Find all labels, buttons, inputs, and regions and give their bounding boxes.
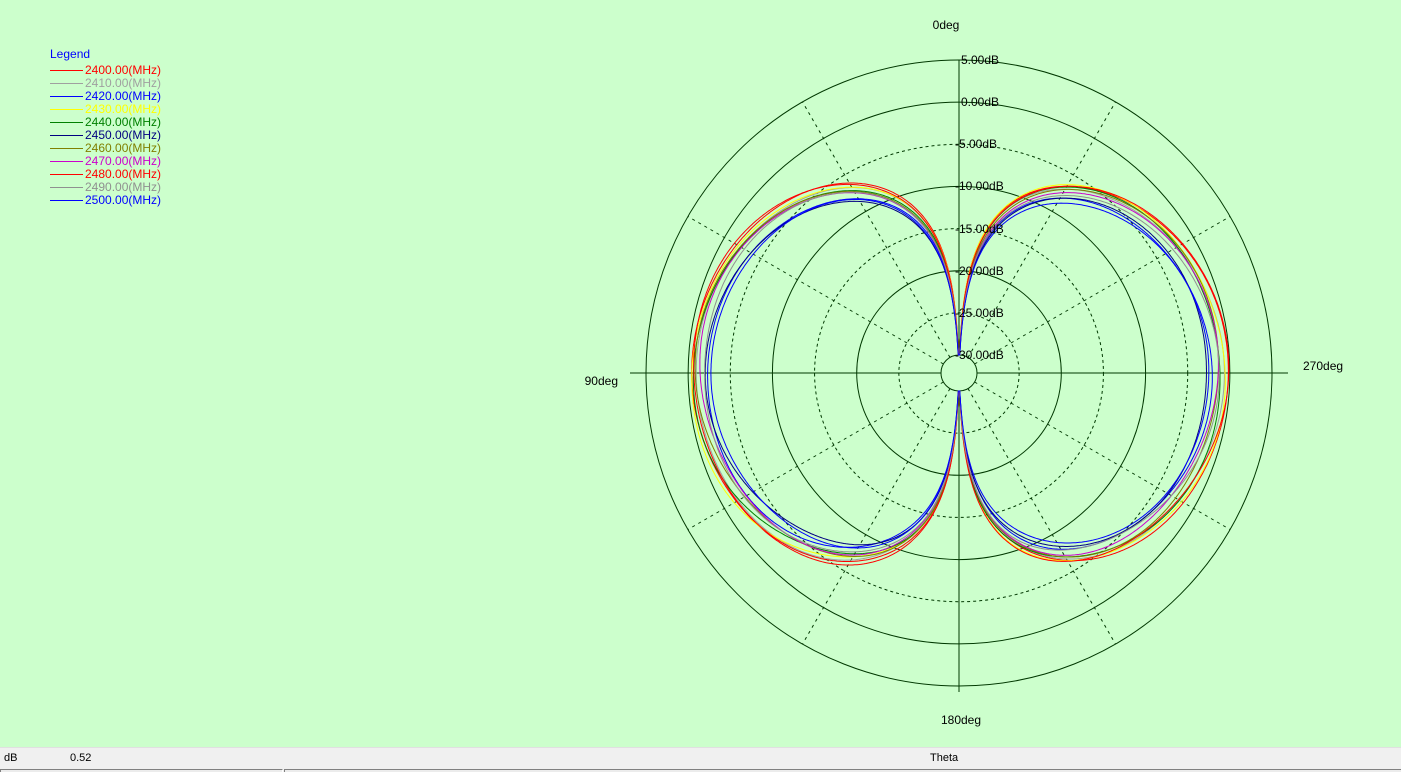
radial-tick-0dB: 0.00dB	[961, 95, 999, 109]
grid-spoke-300deg	[975, 217, 1230, 365]
angle-label-90deg: 90deg	[558, 374, 618, 388]
legend-swatch	[50, 83, 83, 84]
legend-swatch	[50, 148, 83, 149]
angle-label-180deg: 180deg	[929, 713, 993, 727]
radial-tick--5dB: -5.00dB	[955, 137, 997, 151]
legend-swatch	[50, 161, 83, 162]
legend-title: Legend	[50, 48, 161, 61]
status-bar: dB 0.52 Theta	[0, 747, 1401, 772]
legend-swatch	[50, 187, 83, 188]
pattern-curve-2420.00(MHz)	[708, 198, 1213, 549]
legend-swatch	[50, 122, 83, 123]
angle-label-270deg: 270deg	[1303, 359, 1363, 373]
legend-item-label: 2500.00(MHz)	[85, 194, 161, 207]
grid-spoke-240deg	[975, 382, 1230, 530]
radial-tick--15dB: -15.00dB	[955, 222, 1004, 236]
legend: Legend 2400.00(MHz)2410.00(MHz)2420.00(M…	[50, 48, 161, 207]
status-cursor-value: 0.52	[70, 752, 91, 764]
legend-item: 2500.00(MHz)	[50, 194, 161, 207]
pattern-curve-2490.00(MHz)	[705, 192, 1220, 552]
legend-swatch	[50, 174, 83, 175]
pattern-curve-2450.00(MHz)	[705, 198, 1206, 546]
radial-tick--25dB: -25.00dB	[955, 306, 1004, 320]
status-axis-label: Theta	[930, 752, 958, 764]
legend-items: 2400.00(MHz)2410.00(MHz)2420.00(MHz)2430…	[50, 64, 161, 207]
radial-tick--30dB: -30.00dB	[955, 348, 1004, 362]
legend-swatch	[50, 200, 83, 201]
status-unit-label: dB	[4, 752, 17, 764]
radial-tick-5dB: 5.00dB	[961, 53, 999, 67]
radial-tick--10dB: -10.00dB	[955, 179, 1004, 193]
application-window: Legend 2400.00(MHz)2410.00(MHz)2420.00(M…	[0, 0, 1401, 772]
polar-radiation-pattern-chart	[0, 0, 1401, 772]
radial-tick--20dB: -20.00dB	[955, 264, 1004, 278]
pattern-curve-2500.00(MHz)	[711, 200, 1209, 549]
legend-swatch	[50, 109, 83, 110]
legend-swatch	[50, 135, 83, 136]
legend-swatch	[50, 96, 83, 97]
legend-swatch	[50, 70, 83, 71]
angle-label-0deg: 0deg	[916, 18, 976, 32]
